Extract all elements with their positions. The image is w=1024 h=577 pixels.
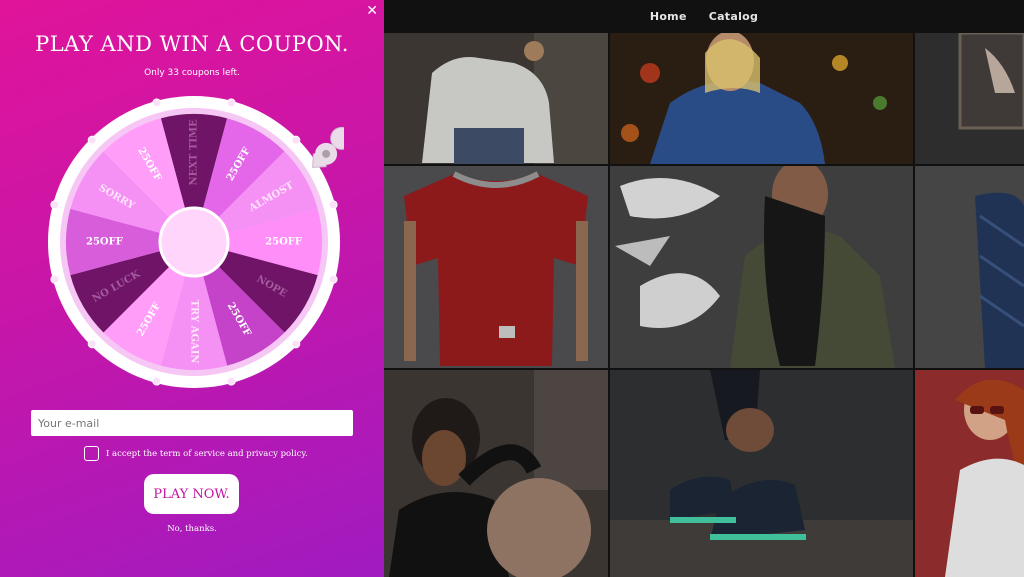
product-grid xyxy=(384,33,1024,577)
wheel-segment-label: 25OFF xyxy=(86,237,123,248)
wheel-peg xyxy=(87,135,97,145)
wheel-peg xyxy=(87,339,97,349)
no-thanks-link[interactable]: No, thanks. xyxy=(0,524,384,534)
wheel-peg xyxy=(226,376,236,386)
coupons-left-text: Only 33 coupons left. xyxy=(144,68,240,78)
popup-title: PLAY AND WIN A COUPON. xyxy=(35,32,349,56)
wheel-peg xyxy=(50,274,60,284)
product-photo-red-tshirt[interactable] xyxy=(384,166,608,368)
close-icon[interactable]: ✕ xyxy=(366,3,378,19)
wheel-segment-label: NEXT TIME xyxy=(189,119,200,186)
product-photo-ball[interactable] xyxy=(384,370,608,577)
coupon-popup: ✕ PLAY AND WIN A COUPON. Only 33 coupons… xyxy=(0,0,384,577)
product-photo-sneakers[interactable] xyxy=(610,370,913,577)
wheel-peg xyxy=(226,98,236,108)
wheel-segment-label: TRY AGAIN xyxy=(189,300,200,364)
product-photo-plaid[interactable] xyxy=(915,166,1024,368)
wheel-peg xyxy=(328,274,338,284)
wheel-peg xyxy=(152,98,162,108)
prize-wheel[interactable]: NEXT TIME 25OFFALMOST25OFFNOPE25OFFTRY AG… xyxy=(44,92,344,392)
terms-label: I accept the term of service and privacy… xyxy=(106,448,308,459)
store-page: Home Catalog xyxy=(384,0,1024,577)
wheel-peg xyxy=(152,376,162,386)
product-photo-white-shirt[interactable] xyxy=(384,33,608,164)
email-input[interactable] xyxy=(31,410,353,436)
play-now-button[interactable]: PLAY NOW. xyxy=(144,474,239,514)
nav-catalog[interactable]: Catalog xyxy=(709,10,758,23)
wheel-segment-label: 25OFF xyxy=(265,237,302,248)
product-photo-wall[interactable] xyxy=(915,33,1024,164)
wheel-peg xyxy=(328,200,338,210)
wheel-hub xyxy=(158,206,230,278)
wheel-peg xyxy=(50,200,60,210)
nav-home[interactable]: Home xyxy=(650,10,687,23)
wheel-peg xyxy=(291,339,301,349)
product-photo-graffiti-jacket[interactable] xyxy=(610,166,913,368)
top-navigation: Home Catalog xyxy=(384,0,1024,32)
terms-row: I accept the term of service and privacy… xyxy=(84,446,308,461)
wheel-peg xyxy=(291,135,301,145)
product-photo-sunglasses[interactable] xyxy=(915,370,1024,577)
product-photo-blue-shirt[interactable] xyxy=(610,33,913,164)
terms-checkbox[interactable] xyxy=(84,446,99,461)
